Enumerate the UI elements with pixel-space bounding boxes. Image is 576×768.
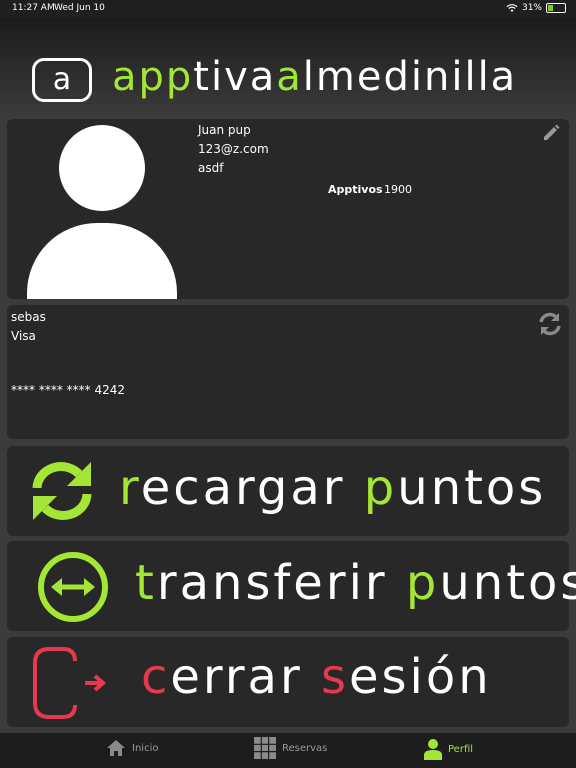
points-label: Apptivos	[328, 183, 383, 196]
logo-mark: a	[32, 58, 92, 102]
avatar-body	[27, 223, 177, 299]
status-date: Wed Jun 10	[54, 3, 105, 13]
logo-part: a	[276, 54, 303, 100]
tab-reservas[interactable]: Reservas	[254, 737, 327, 759]
home-icon	[107, 740, 125, 756]
logo-part: lmedinilla	[302, 54, 518, 100]
wifi-icon	[506, 3, 518, 12]
battery-icon	[546, 3, 566, 13]
logo-letter: a	[52, 62, 72, 97]
recharge-label-initial: r	[119, 460, 141, 516]
tab-label: Inicio	[132, 742, 159, 754]
logout-button[interactable]: cerrar sesión	[7, 637, 569, 727]
recharge-label-part: ecargar	[140, 460, 364, 516]
logo-part: tiva	[193, 54, 277, 100]
battery-percent: 31%	[521, 3, 542, 13]
logout-label-initial: c	[141, 649, 171, 705]
transfer-icon	[38, 552, 108, 622]
payment-card-panel: sebas Visa **** **** **** 4242	[7, 305, 569, 439]
tab-perfil[interactable]: Perfil	[424, 738, 473, 760]
app-logo-text: apptivaalmedinilla	[112, 54, 517, 100]
profile-extra: asdf	[198, 161, 224, 175]
profile-name: Juan pup	[198, 123, 251, 137]
tab-bar: Inicio Reservas Perfil	[0, 733, 576, 768]
refresh-card-icon[interactable]	[535, 309, 565, 339]
logout-icon	[33, 647, 107, 719]
user-icon	[424, 739, 442, 760]
status-time: 11:27 AM	[12, 3, 55, 13]
logout-label: cerrar sesión	[141, 649, 492, 705]
tab-label: Perfil	[448, 743, 474, 755]
transfer-label-part: ransferir	[156, 555, 406, 611]
edit-pencil-icon[interactable]	[541, 123, 561, 143]
card-holder: sebas	[11, 310, 46, 324]
transfer-label-initial: p	[405, 555, 440, 611]
status-bar: 11:27 AM Wed Jun 10 31%	[0, 0, 576, 18]
recharge-label-part: untos	[397, 460, 547, 516]
avatar	[27, 125, 183, 299]
recharge-label-initial: p	[363, 460, 398, 516]
grid-icon	[254, 737, 276, 759]
tab-label: Reservas	[282, 742, 328, 754]
logout-label-part: esión	[348, 649, 492, 705]
transfer-label: transferir puntos	[135, 555, 576, 611]
logo-part: app	[112, 54, 194, 100]
card-brand: Visa	[11, 329, 36, 343]
logout-label-part: errar	[170, 649, 321, 705]
profile-email: 123@z.com	[198, 142, 269, 156]
recharge-label: recargar puntos	[119, 460, 546, 516]
transfer-points-button[interactable]: transferir puntos	[7, 541, 576, 631]
card-number: **** **** **** 4242	[11, 383, 125, 397]
recharge-points-button[interactable]: recargar puntos	[7, 446, 569, 536]
transfer-label-initial: t	[135, 555, 157, 611]
points-value: 1900	[384, 183, 412, 196]
recharge-icon	[32, 462, 92, 520]
logout-label-initial: s	[320, 649, 349, 705]
avatar-head	[59, 125, 145, 211]
status-right: 31%	[506, 3, 566, 13]
profile-panel: Juan pup 123@z.com asdf Apptivos 1900	[7, 119, 569, 299]
transfer-label-part: untos	[439, 555, 576, 611]
tab-inicio[interactable]: Inicio	[106, 739, 158, 757]
